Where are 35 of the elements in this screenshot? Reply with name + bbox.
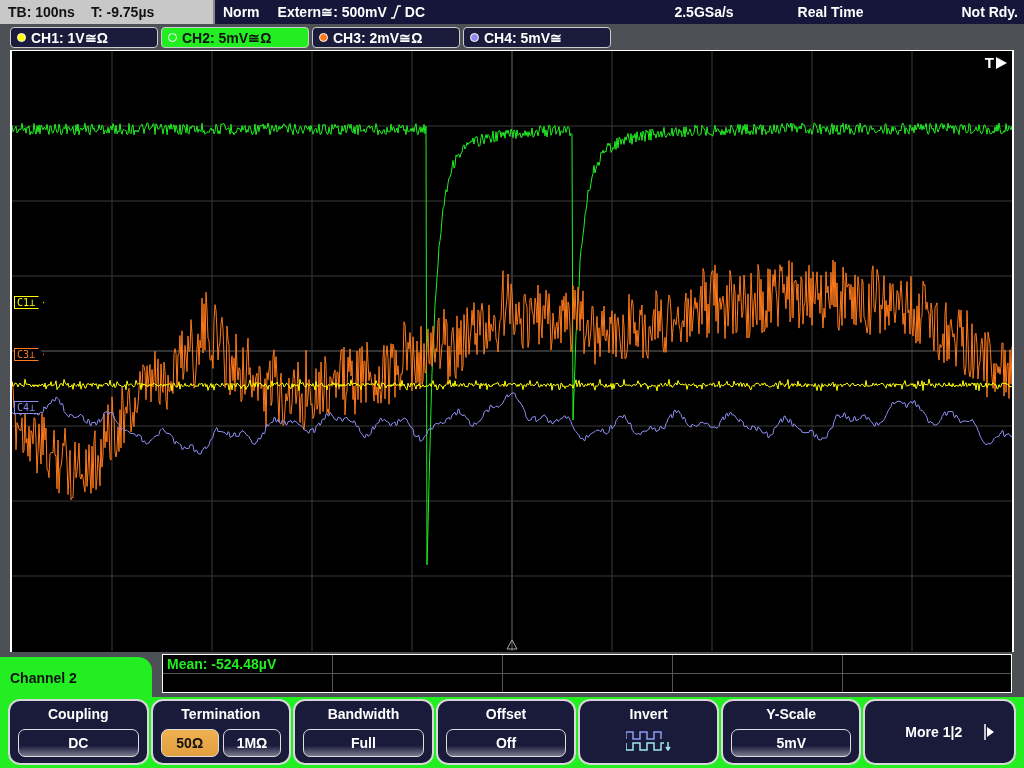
trigger-arrow-icon [996,57,1007,69]
option-button[interactable]: 1MΩ [222,729,282,757]
value-button[interactable]: Full [303,729,424,757]
value-button[interactable]: Off [445,729,567,757]
timebase-text: TB: 100ns [8,4,75,20]
invert-waveform-icon [625,729,672,753]
option-button[interactable]: 50Ω [160,729,219,757]
trigger-time-text: T: -9.75µs [90,4,155,20]
next-page-icon [984,724,995,740]
trigger-label: T [984,54,994,71]
rising-edge-icon [390,5,401,19]
channel-marker: C4⊥ [14,401,45,414]
channel-tab[interactable]: CH3: 2mV≅Ω [312,27,460,48]
status-text: Not Rdy. [961,4,1018,20]
mode-text: Norm [223,4,260,20]
coupling-text: DC [404,4,426,20]
softkey-label: Invert [629,706,668,722]
sample-rate-text: 2.5GSa/s [674,4,734,20]
more-button[interactable]: More 1|2 [863,699,1017,765]
trigger-source-text: Extern≅: 500mV [277,4,387,20]
channel-marker: C1⊥ [14,296,45,309]
channel-tab[interactable]: CH2: 5mV≅Ω [161,27,309,48]
softkey-label: Bandwidth [327,706,400,722]
softkey-label: Termination [181,706,261,722]
channel-tab[interactable]: CH1: 1V≅Ω [10,27,158,48]
measurement-text: Mean: -524.48µV [166,655,278,674]
channel-marker: C3⊥ [14,348,45,361]
trigger-position-icon [506,639,518,650]
acquisition-text: Real Time [797,4,864,20]
channel-tab[interactable]: CH4: 5mV≅ [463,27,611,48]
value-button[interactable]: DC [18,729,139,757]
value-button[interactable]: 5mV [730,729,852,757]
softkey-label: Offset [485,706,527,722]
softkey-label: Y-Scale [766,706,817,722]
softkey-label: Coupling [47,706,109,722]
